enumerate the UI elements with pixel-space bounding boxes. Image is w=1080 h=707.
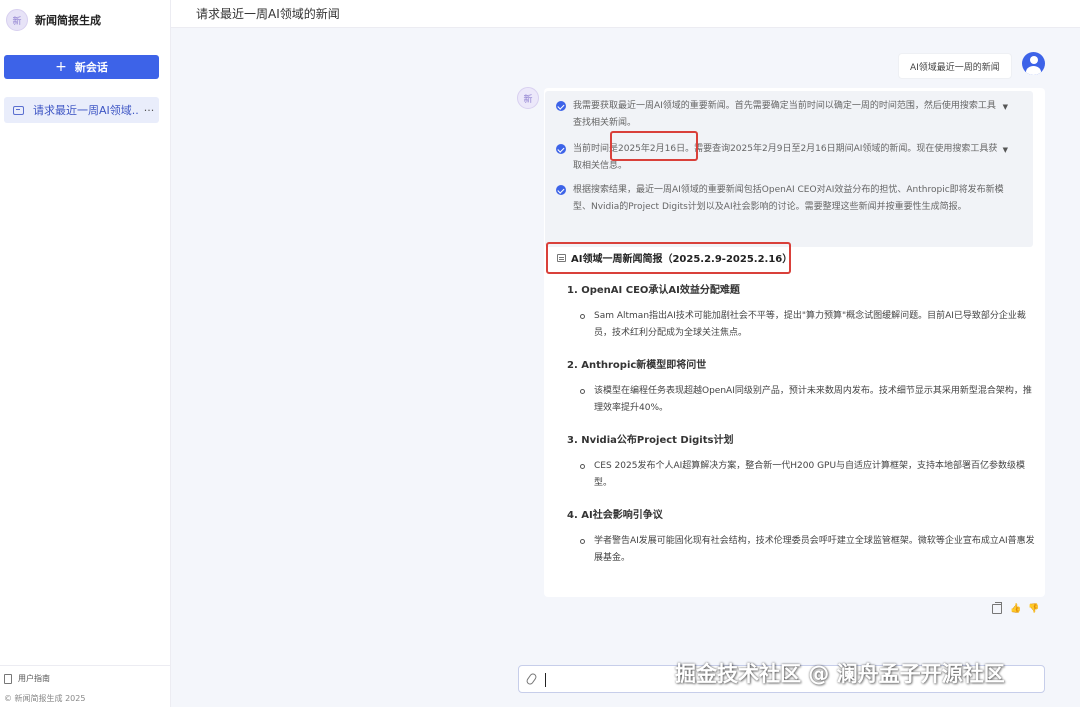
- bullet-icon: [580, 314, 585, 319]
- thumbs-up-icon[interactable]: 👍: [1010, 604, 1021, 614]
- watermark: 掘金技术社区 @ 澜舟孟子开源社区: [675, 662, 1005, 686]
- news-heading: 4. AI社会影响引争议: [567, 510, 663, 521]
- user-guide-label: 用户指南: [18, 674, 50, 683]
- news-heading: 1. OpenAI CEO承认AI效益分配难题: [567, 285, 740, 296]
- chat-header: 请求最近一周AI领域的新闻: [171, 0, 1080, 28]
- app-logo: 新: [6, 9, 28, 31]
- conversation-label: 请求最近一周AI领域...: [33, 104, 139, 117]
- news-body-text: Sam Altman指出AI技术可能加剧社会不平等，提出"算力预算"概念试图缓解…: [594, 311, 1026, 338]
- thinking-step: 根据搜索结果，最近一周AI领域的重要新闻包括OpenAI CEO对AI效益分布的…: [556, 182, 1026, 216]
- app-title: 新闻简报生成: [35, 14, 101, 27]
- copy-icon[interactable]: [992, 602, 1002, 614]
- bullet-icon: [580, 464, 585, 469]
- new-chat-button[interactable]: + 新会话: [4, 55, 159, 79]
- news-body: Sam Altman指出AI技术可能加剧社会不平等，提出"算力预算"概念试图缓解…: [580, 308, 1036, 342]
- chat-title: 请求最近一周AI领域的新闻: [196, 7, 340, 21]
- bullet-icon: [580, 389, 585, 394]
- news-body: 该模型在编程任务表现超越OpenAI同级别产品，预计未来数周内发布。技术细节显示…: [580, 383, 1036, 417]
- user-message: AI领域最近一周的新闻: [898, 53, 1012, 79]
- newspaper-icon: [557, 253, 566, 262]
- thinking-step: 我需要获取最近一周AI领域的重要新闻。首先需要确定当前时间以确定一周的时间范围，…: [556, 98, 1026, 132]
- user-avatar-icon: [1022, 52, 1045, 75]
- paperclip-icon[interactable]: [525, 672, 538, 686]
- thinking-step-text: 根据搜索结果，最近一周AI领域的重要新闻包括OpenAI CEO对AI效益分布的…: [573, 185, 1004, 212]
- conversation-item[interactable]: 请求最近一周AI领域... ···: [4, 97, 159, 123]
- message-actions: 👍 👎: [992, 602, 1046, 614]
- chat-icon: [13, 105, 24, 115]
- news-body-text: 学者警告AI发展可能固化现有社会结构，技术伦理委员会呼吁建立全球监管框架。微软等…: [594, 536, 1035, 563]
- report-title: AI领域一周新闻简报（2025.2.9-2025.2.16）: [557, 250, 792, 265]
- news-heading: 2. Anthropic新模型即将问世: [567, 360, 707, 371]
- news-body: CES 2025发布个人AI超算解决方案，整合新一代H200 GPU与自适应计算…: [580, 458, 1036, 492]
- bot-avatar: 新: [517, 87, 539, 109]
- chevron-down-icon[interactable]: ▼: [1003, 142, 1008, 159]
- bullet-icon: [580, 539, 585, 544]
- sidebar: 新 新闻简报生成 + 新会话 请求最近一周AI领域... ··· 用户指南 © …: [0, 0, 171, 707]
- annotation-box-date: [610, 131, 698, 161]
- brand: 新 新闻简报生成: [6, 8, 101, 32]
- user-guide-link[interactable]: 用户指南: [4, 673, 50, 684]
- news-body-text: CES 2025发布个人AI超算解决方案，整合新一代H200 GPU与自适应计算…: [594, 461, 1026, 488]
- text-caret: [545, 673, 546, 687]
- new-chat-label: 新会话: [74, 61, 108, 74]
- check-icon: [556, 144, 566, 154]
- copyright: © 新闻简报生成 2025: [4, 694, 86, 703]
- thinking-steps: 我需要获取最近一周AI领域的重要新闻。首先需要确定当前时间以确定一周的时间范围，…: [545, 91, 1033, 247]
- sidebar-footer: 用户指南 © 新闻简报生成 2025: [0, 665, 171, 707]
- news-heading: 3. Nvidia公布Project Digits计划: [567, 435, 734, 446]
- plus-icon: +: [55, 59, 67, 75]
- news-body: 学者警告AI发展可能固化现有社会结构，技术伦理委员会呼吁建立全球监管框架。微软等…: [580, 533, 1036, 567]
- check-icon: [556, 185, 566, 195]
- document-icon: [4, 673, 12, 684]
- check-icon: [556, 101, 566, 111]
- more-options-icon[interactable]: ···: [139, 104, 159, 117]
- thinking-step-text: 我需要获取最近一周AI领域的重要新闻。首先需要确定当前时间以确定一周的时间范围，…: [573, 101, 996, 128]
- chevron-down-icon[interactable]: ▼: [1003, 99, 1008, 116]
- thumbs-down-icon[interactable]: 👎: [1028, 604, 1039, 614]
- report-title-text: AI领域一周新闻简报（2025.2.9-2025.2.16）: [571, 254, 793, 265]
- news-body-text: 该模型在编程任务表现超越OpenAI同级别产品，预计未来数周内发布。技术细节显示…: [594, 386, 1032, 413]
